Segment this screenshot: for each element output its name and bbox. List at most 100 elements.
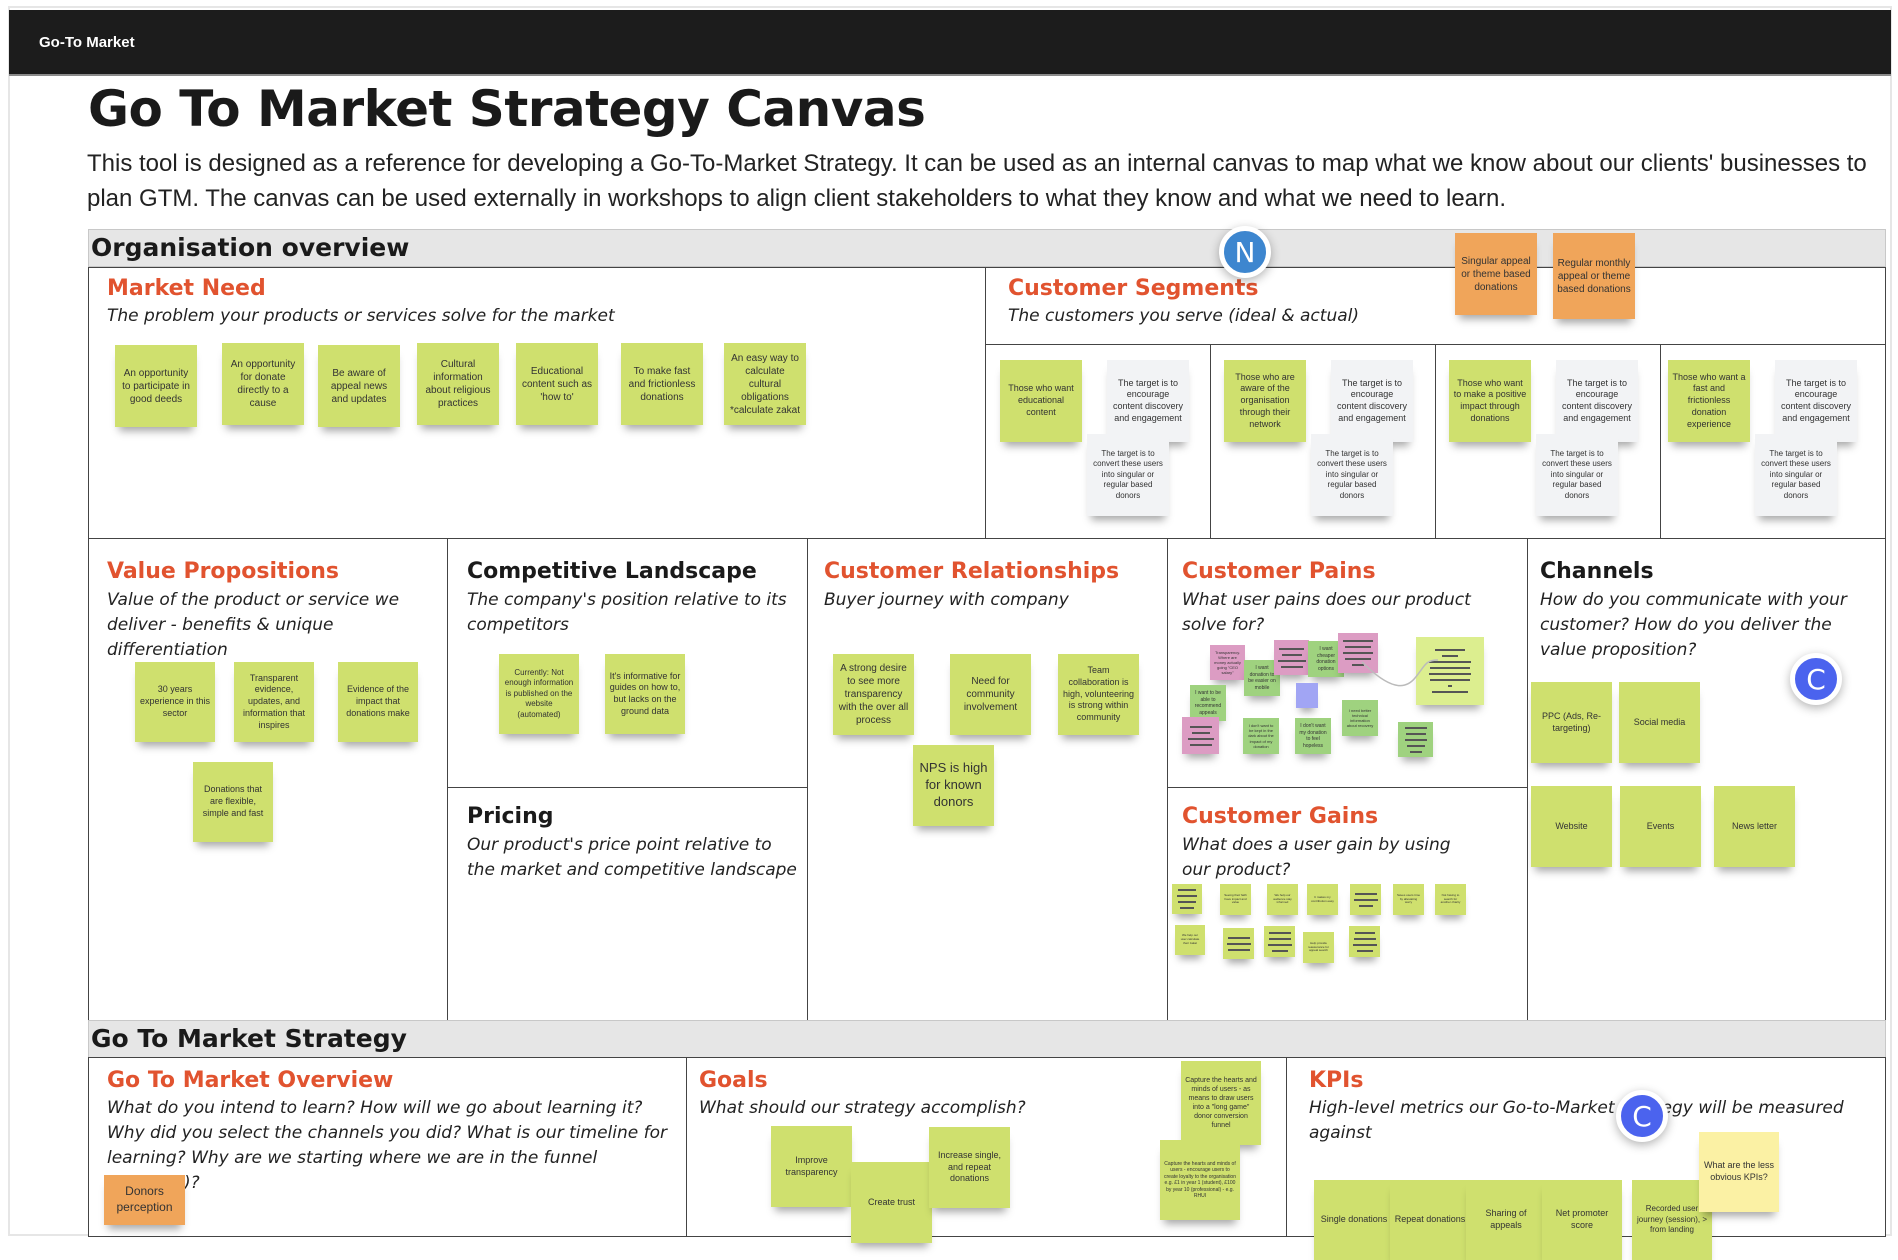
sticky-note[interactable]: We help our user calculate their zakat (1175, 925, 1205, 955)
sticky-note[interactable]: Need for community involvement (950, 654, 1031, 735)
sticky-note[interactable]: Single donations (1314, 1180, 1394, 1260)
sticky-note-collapsed[interactable] (1264, 926, 1295, 957)
cell-channels: Channels How do you communicate with you… (1527, 538, 1886, 1021)
sticky-note[interactable]: Currently: Not enough information is pub… (499, 654, 579, 734)
sticky-note[interactable]: Those who want a fast and frictionless d… (1668, 360, 1750, 442)
sticky-note-collapsed[interactable] (1349, 926, 1380, 957)
sticky-note[interactable]: An opportunity for donate directly to a … (222, 343, 304, 425)
gtm-overview-title: Go To Market Overview (107, 1068, 394, 1093)
sticky-note[interactable]: Events (1620, 786, 1701, 867)
sticky-note[interactable]: Net promoter score (1542, 1180, 1622, 1260)
sticky-text: Capture the hearts and minds of users - … (1164, 1160, 1236, 1200)
sticky-note[interactable]: The target is to encourage content disco… (1331, 360, 1413, 442)
text-lines-icon (1267, 931, 1292, 952)
sticky-note[interactable]: Educational content such as 'how to' (516, 343, 598, 425)
sticky-text: I don't want to be kept in the dark abou… (1248, 723, 1274, 749)
sticky-text: Seeing their faith have impact and value (1224, 892, 1247, 905)
sticky-note[interactable]: Transparent evidence, updates, and infor… (234, 662, 314, 742)
collaborator-avatar-icon[interactable]: C (1616, 1090, 1668, 1142)
sticky-text: I don't want my donation to feel hopeles… (1299, 723, 1327, 749)
connector-line[interactable] (1360, 640, 1440, 700)
sticky-text: An easy way to calculate cultural obliga… (729, 352, 801, 416)
sticky-note-collapsed[interactable] (1350, 884, 1381, 915)
sticky-note[interactable]: Saves users time by alleviating worry (1393, 884, 1424, 915)
sticky-note[interactable]: Capture the hearts and minds of users - … (1160, 1140, 1240, 1220)
sticky-note[interactable]: Team collaboration is high, volunteering… (1058, 654, 1139, 735)
collaborator-avatar-icon[interactable]: N (1219, 226, 1271, 278)
sticky-note[interactable]: Not having to search for another charity (1435, 884, 1466, 915)
sticky-note[interactable]: A strong desire to see more transparency… (833, 654, 914, 735)
sticky-note[interactable]: Singular appeal or theme based donations (1455, 233, 1537, 315)
sticky-note[interactable]: The target is to encourage content disco… (1775, 360, 1857, 442)
sticky-note[interactable]: What are the less obvious KPIs? (1699, 1132, 1779, 1212)
sticky-note[interactable]: Create trust (851, 1162, 932, 1243)
sticky-note[interactable]: An opportunity to participate in good de… (115, 345, 197, 427)
sticky-note-collapsed[interactable] (1296, 683, 1318, 708)
sticky-note[interactable]: I want to be able to recommend appeals (1190, 685, 1226, 721)
sticky-note[interactable]: The target is to encourage content disco… (1107, 360, 1189, 442)
text-lines-icon (1352, 931, 1377, 952)
sticky-text: Help provide reassurance for appeal sear… (1308, 940, 1329, 953)
sticky-note[interactable]: Website (1531, 786, 1612, 867)
sticky-note[interactable]: The target is to convert these users int… (1311, 434, 1393, 516)
sticky-note[interactable]: Regular monthly appeal or theme based do… (1553, 233, 1635, 319)
customer-relationships-title: Customer Relationships (824, 559, 1120, 584)
sticky-note[interactable]: News letter (1714, 786, 1795, 867)
sticky-note[interactable]: Seeing their faith have impact and value (1220, 884, 1251, 915)
sticky-text: Create trust (867, 1196, 916, 1207)
customer-pains-subtitle: What user pains does our product solve f… (1182, 590, 1471, 635)
sticky-text: What are the less obvious KPIs? (1703, 1160, 1775, 1182)
sticky-note[interactable]: The target is to encourage content disco… (1556, 360, 1638, 442)
sticky-note[interactable]: Repeat donations (1390, 1180, 1470, 1260)
sticky-note[interactable]: Be aware of appeal news and updates (318, 345, 400, 427)
text-lines-icon (1187, 725, 1214, 746)
sticky-note[interactable]: NPS is high for known donors (913, 745, 994, 826)
sticky-note-collapsed[interactable] (1223, 928, 1254, 959)
sticky-text: Educational content such as 'how to' (521, 365, 593, 403)
sticky-note[interactable]: It's informative for guides on how to, b… (605, 654, 685, 734)
sticky-note[interactable]: I don't want my donation to feel hopeles… (1295, 718, 1331, 754)
sticky-note[interactable]: Sharing of appeals (1466, 1180, 1546, 1260)
sticky-note[interactable]: Capture the hearts and minds of users - … (1181, 1061, 1261, 1145)
board-name[interactable]: Go-To Market (39, 34, 135, 51)
sticky-note-collapsed[interactable] (1172, 884, 1202, 914)
sticky-text: We help our audience stay informed (1273, 892, 1292, 905)
sticky-text: Net promoter score (1555, 1208, 1609, 1230)
sticky-note[interactable]: 30 years experience in this sector (135, 662, 215, 742)
sticky-text: Be aware of appeal news and updates (330, 367, 388, 405)
cell-pricing: Pricing Our product's price point relati… (447, 787, 808, 1021)
sticky-note-collapsed[interactable] (1398, 722, 1433, 757)
sticky-note[interactable]: Transparency. Where are money actually g… (1210, 645, 1245, 680)
sticky-text: The target is to convert these users int… (1761, 449, 1831, 500)
text-lines-icon (1353, 892, 1378, 907)
goals-subtitle: What should our strategy accomplish? (699, 1098, 1026, 1118)
sticky-note[interactable]: Cultural information about religious pra… (417, 343, 499, 425)
sticky-text: Evidence of the impact that donations ma… (346, 684, 410, 718)
sticky-note[interactable]: I don't want to be kept in the dark abou… (1243, 718, 1279, 754)
sticky-note[interactable]: Help provide reassurance for appeal sear… (1303, 932, 1334, 963)
sticky-note[interactable]: We help our audience stay informed (1267, 884, 1298, 915)
sticky-text: 30 years experience in this sector (139, 684, 211, 718)
collaborator-avatar-icon[interactable]: C (1790, 653, 1842, 705)
sticky-note[interactable]: PPC (Ads, Re-targeting) (1531, 682, 1612, 763)
sticky-note[interactable]: Improve transparency (771, 1126, 852, 1207)
sticky-note[interactable]: The target is to convert these users int… (1536, 434, 1618, 516)
kpis-title: KPIs (1309, 1068, 1364, 1093)
sticky-note-collapsed[interactable] (1182, 717, 1219, 754)
sticky-note[interactable]: Social media (1619, 682, 1700, 763)
sticky-text: Social media (1633, 716, 1686, 727)
sticky-note[interactable]: Donations that are flexible, simple and … (193, 762, 273, 842)
sticky-note[interactable]: It makes my contribution easy (1307, 884, 1338, 915)
sticky-note[interactable]: The target is to convert these users int… (1755, 434, 1837, 516)
sticky-note[interactable]: The target is to convert these users int… (1087, 434, 1169, 516)
sticky-note[interactable]: Increase single, and repeat donations (929, 1127, 1010, 1208)
sticky-note[interactable]: Those who want to make a positive impact… (1449, 360, 1531, 442)
sticky-note[interactable]: Those who want educational content (1000, 360, 1082, 442)
channels-title: Channels (1540, 559, 1654, 584)
sticky-note[interactable]: An easy way to calculate cultural obliga… (724, 343, 806, 425)
sticky-note-collapsed[interactable] (1274, 640, 1309, 675)
sticky-note[interactable]: Evidence of the impact that donations ma… (338, 662, 418, 742)
sticky-note[interactable]: Those who are aware of the organisation … (1224, 360, 1306, 442)
sticky-note[interactable]: I need better technical information abou… (1342, 700, 1378, 736)
sticky-note[interactable]: To make fast and frictionless donations (621, 343, 703, 425)
